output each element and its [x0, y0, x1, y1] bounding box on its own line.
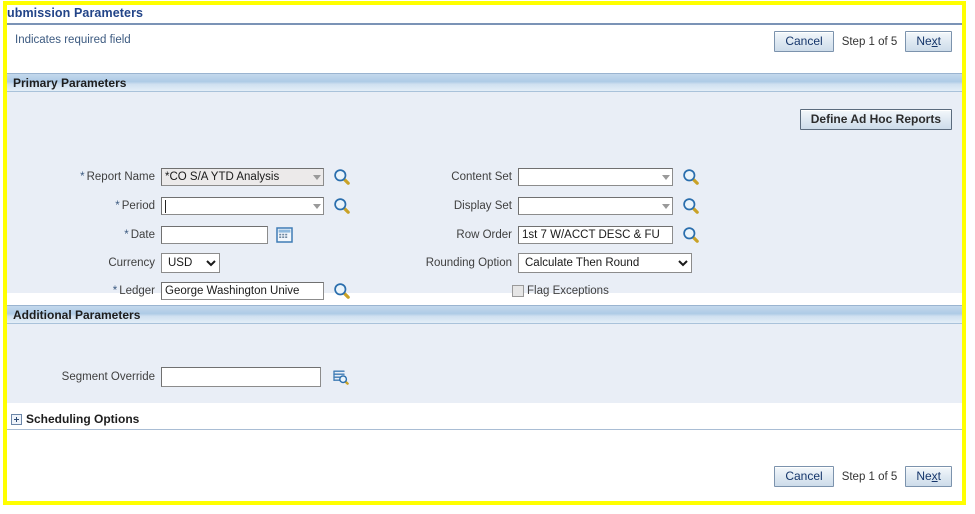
display-set-label: Display Set — [453, 200, 512, 212]
display-set-search-icon[interactable] — [682, 197, 700, 215]
ledger-label-text: Ledger — [119, 285, 155, 297]
currency-label-text: Currency — [108, 257, 155, 269]
flag-exceptions-checkbox[interactable] — [512, 285, 524, 297]
segment-override-label: Segment Override — [61, 371, 155, 383]
top-train-buttons: Cancel Step 1 of 5 Next — [774, 31, 952, 52]
ledger-input[interactable] — [161, 282, 324, 300]
bottom-train-buttons: Cancel Step 1 of 5 Next — [774, 466, 952, 487]
period-lov[interactable] — [161, 197, 324, 215]
flag-exceptions-control[interactable]: Flag Exceptions — [512, 285, 609, 297]
field-row-report-name: * Report Name — [7, 166, 351, 188]
field-row-row-order: Row Order — [367, 224, 700, 246]
period-label-text: Period — [121, 200, 155, 212]
content-set-input[interactable] — [518, 168, 673, 186]
scheduling-options-disclosure[interactable]: Scheduling Options — [11, 412, 139, 426]
next-button-top[interactable]: Next — [905, 31, 952, 52]
segment-override-input[interactable] — [161, 367, 321, 387]
plus-box-icon[interactable] — [11, 413, 22, 425]
report-name-search-icon[interactable] — [333, 168, 351, 186]
primary-parameters-section: Primary Parameters Define Ad Hoc Reports… — [7, 73, 962, 300]
field-row-content-set: Content Set — [367, 166, 700, 188]
step-indicator-bottom: Step 1 of 5 — [841, 470, 898, 483]
period-input[interactable] — [161, 197, 324, 215]
period-label: * Period — [7, 200, 161, 212]
page-title: ubmission Parameters — [7, 6, 144, 20]
content-set-search-icon[interactable] — [682, 168, 700, 186]
next-button-bottom-suffix: t — [937, 469, 941, 483]
primary-parameters-header: Primary Parameters — [7, 73, 962, 92]
display-set-lov[interactable] — [518, 197, 673, 215]
field-row-currency: Currency USD — [7, 252, 220, 274]
ledger-label: * Ledger — [7, 285, 161, 297]
highlighted-region-frame: ubmission Parameters Indicates required … — [3, 1, 966, 505]
period-search-icon[interactable] — [333, 197, 351, 215]
next-button-top-prefix: Ne — [916, 34, 932, 48]
top-action-bar: Indicates required field Cancel Step 1 o… — [7, 25, 962, 73]
additional-parameters-section: Additional Parameters Segment Override — [7, 305, 962, 403]
cancel-button-bottom[interactable]: Cancel — [774, 466, 834, 487]
step-indicator-top: Step 1 of 5 — [841, 35, 898, 48]
calendar-icon[interactable] — [276, 227, 293, 243]
primary-parameters-title: Primary Parameters — [13, 76, 127, 90]
additional-parameters-title: Additional Parameters — [13, 308, 141, 322]
additional-parameters-body: Segment Override — [7, 324, 962, 402]
content-set-lov[interactable] — [518, 168, 673, 186]
ledger-search-icon[interactable] — [333, 282, 351, 300]
currency-select[interactable]: USD — [161, 253, 220, 273]
next-button-bottom-prefix: Ne — [916, 469, 932, 483]
report-name-input[interactable] — [161, 168, 324, 186]
scheduling-options-divider — [7, 429, 962, 430]
scheduling-options-label: Scheduling Options — [26, 412, 140, 426]
flag-exceptions-label: Flag Exceptions — [527, 285, 609, 297]
period-text-caret — [165, 200, 166, 213]
next-button-top-suffix: t — [937, 34, 941, 48]
field-row-date: * Date — [7, 224, 293, 246]
additional-parameters-header: Additional Parameters — [7, 305, 962, 324]
primary-parameters-body: Define Ad Hoc Reports * Report Name *CO … — [7, 92, 962, 300]
report-name-lov[interactable] — [161, 168, 324, 186]
report-name-label: * Report Name — [7, 171, 161, 183]
next-button-bottom[interactable]: Next — [905, 466, 952, 487]
row-order-label: Row Order — [456, 229, 512, 241]
currency-label: Currency — [7, 257, 161, 269]
content-set-label: Content Set — [451, 171, 512, 183]
required-field-note: Indicates required field — [15, 34, 131, 46]
date-label: * Date — [7, 229, 161, 241]
display-set-input[interactable] — [518, 197, 673, 215]
date-label-text: Date — [130, 229, 155, 241]
field-row-display-set: Display Set — [367, 195, 700, 217]
cancel-button-top[interactable]: Cancel — [774, 31, 834, 52]
date-input[interactable] — [161, 226, 268, 244]
field-row-flag-exceptions: Flag Exceptions — [512, 280, 609, 302]
submission-parameters-page: ubmission Parameters Indicates required … — [7, 5, 962, 501]
define-adhoc-reports-button[interactable]: Define Ad Hoc Reports — [799, 109, 952, 130]
rounding-option-select[interactable]: Calculate Then Round — [518, 253, 692, 273]
report-name-label-text: Report Name — [86, 171, 155, 183]
rounding-option-label: Rounding Option — [425, 257, 512, 269]
field-row-ledger: * Ledger — [7, 280, 351, 302]
define-adhoc-reports-container: Define Ad Hoc Reports — [799, 109, 952, 130]
page-title-bar: ubmission Parameters — [7, 5, 962, 25]
field-row-segment-override: Segment Override — [7, 366, 350, 388]
flexfield-search-icon[interactable] — [332, 369, 350, 385]
field-row-period: * Period — [7, 195, 351, 217]
row-order-search-icon[interactable] — [682, 226, 700, 244]
field-row-rounding-option: Rounding Option Calculate Then Round — [367, 252, 692, 274]
row-order-input[interactable] — [518, 226, 673, 244]
